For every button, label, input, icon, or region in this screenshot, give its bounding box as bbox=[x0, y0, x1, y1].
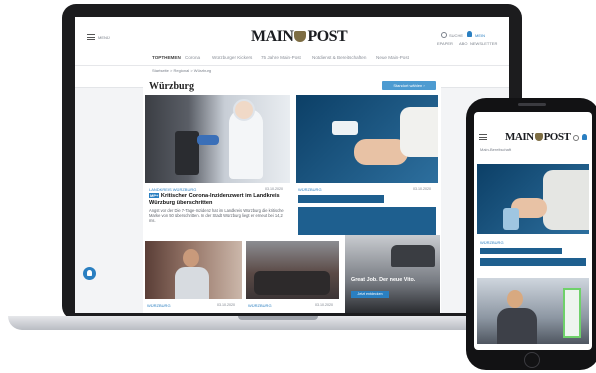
laptop-notch bbox=[238, 316, 318, 320]
phone-subnav[interactable]: Main-Bereitschaft bbox=[480, 147, 511, 152]
phone-search-icon[interactable] bbox=[573, 135, 579, 141]
phone-person-body bbox=[497, 308, 537, 344]
lead-kicker: LANDKREIS WÜRZBURG bbox=[149, 187, 197, 192]
phone-person-head bbox=[507, 290, 523, 308]
mp-plus-badge: MP+ bbox=[149, 193, 160, 198]
lead-date: 03.10.2020 bbox=[265, 187, 283, 191]
phone-home-button[interactable] bbox=[524, 352, 540, 368]
person-head bbox=[183, 249, 199, 267]
help-bubble-icon[interactable] bbox=[83, 267, 96, 280]
laptop-screen: MENÜ MAIN POST SUCHE MEIN EPAPER ABO NEWS… bbox=[75, 17, 509, 313]
search-label[interactable]: SUCHE bbox=[449, 33, 463, 38]
mein-label[interactable]: MEIN bbox=[475, 33, 485, 38]
phone-kicker: WÜRZBURG bbox=[480, 240, 504, 245]
lead-image[interactable] bbox=[145, 95, 290, 183]
row2-image-2[interactable] bbox=[246, 241, 339, 299]
abo-link[interactable]: ABO bbox=[459, 41, 467, 46]
sleeve-shape bbox=[400, 107, 438, 157]
nav-neue-mainpost[interactable]: Neue Main-Post bbox=[376, 55, 409, 60]
crest-icon bbox=[294, 31, 307, 42]
phone-sleeve-shape bbox=[543, 170, 589, 230]
person-body bbox=[175, 267, 209, 299]
phone-crest-icon bbox=[534, 133, 543, 141]
phone-lead-image[interactable] bbox=[477, 164, 589, 234]
lead-headline-text: Kritischer Corona-Inzidenzwert im Landkr… bbox=[149, 193, 280, 206]
phone-hamburger-icon[interactable] bbox=[479, 134, 487, 140]
crowd-shape bbox=[254, 271, 330, 295]
row2-image-1[interactable] bbox=[145, 241, 242, 299]
lab-equipment bbox=[175, 131, 199, 175]
second-headline-placeholder[interactable] bbox=[298, 195, 384, 203]
phone-headline-placeholder-2 bbox=[480, 258, 586, 266]
phone-logo[interactable]: MAIN POST bbox=[505, 131, 571, 143]
phone-second-image[interactable] bbox=[477, 278, 589, 344]
bell-icon bbox=[87, 270, 92, 276]
section-select-button[interactable]: Standort wählen › bbox=[382, 81, 436, 90]
nav-topthemen[interactable]: TOPTHEMEN bbox=[152, 55, 181, 60]
hamburger-icon[interactable] bbox=[87, 34, 95, 40]
logo-left: MAIN bbox=[251, 28, 294, 45]
logo-right: POST bbox=[307, 28, 348, 45]
lead-teaser: Angst vor der Die 7-Tage-Inzidenz hat im… bbox=[149, 208, 284, 223]
epaper-link[interactable]: EPAPER bbox=[437, 41, 453, 46]
user-icon[interactable] bbox=[467, 31, 472, 37]
van-shape bbox=[391, 245, 435, 267]
nav-kickers[interactable]: Würzburger Kickers bbox=[212, 55, 252, 60]
section-select-label: Standort wählen bbox=[393, 83, 423, 88]
phone-screen: MAIN POST Main-Bereitschaft WÜRZBURG bbox=[474, 112, 592, 350]
newsletter-link[interactable]: NEWSLETTER bbox=[470, 41, 497, 46]
ad-cta-label: Jetzt entdecken bbox=[357, 292, 383, 296]
nav-75-jahre[interactable]: 75 Jahre Main-Post bbox=[261, 55, 301, 60]
nav-notdienst[interactable]: Notdienst & Bereitschaften bbox=[312, 55, 366, 60]
row2-kicker-2: WÜRZBURG bbox=[248, 303, 272, 308]
second-image[interactable] bbox=[296, 95, 438, 183]
second-kicker: WÜRZBURG bbox=[298, 187, 322, 192]
ad-banner[interactable]: Great Job. Der neue Vito. Jetzt entdecke… bbox=[345, 235, 440, 313]
phone-logo-left: MAIN bbox=[505, 131, 534, 143]
site-logo[interactable]: MAIN POST bbox=[251, 28, 348, 46]
menu-label[interactable]: MENÜ bbox=[98, 35, 110, 40]
phone-logo-right: POST bbox=[543, 131, 571, 143]
lead-headline[interactable]: MP+ Kritischer Corona-Inzidenzwert im La… bbox=[149, 193, 289, 206]
breadcrumb[interactable]: Startseite > Regional > Würzburg bbox=[152, 68, 211, 73]
second-date: 03.10.2020 bbox=[413, 187, 431, 191]
phone-display-stand bbox=[563, 288, 581, 338]
ad-cta-button[interactable]: Jetzt entdecken bbox=[351, 291, 389, 298]
phone-bottle-shape bbox=[503, 208, 519, 230]
lab-worker-head bbox=[233, 99, 255, 121]
row2-date-1: 03.10.2020 bbox=[217, 303, 235, 307]
row2-kicker-1: WÜRZBURG bbox=[147, 303, 171, 308]
row2-date-2: 03.10.2020 bbox=[315, 303, 333, 307]
second-teaser-placeholder bbox=[298, 207, 436, 235]
spray-bottle bbox=[332, 121, 358, 135]
section-title: Würzburg bbox=[149, 81, 194, 92]
lab-glove bbox=[197, 135, 219, 145]
phone-headline-placeholder-1[interactable] bbox=[480, 248, 562, 254]
nav-divider bbox=[75, 65, 509, 66]
phone-user-icon[interactable] bbox=[582, 134, 587, 140]
ad-slogan: Great Job. Der neue Vito. bbox=[351, 277, 416, 283]
search-icon[interactable] bbox=[441, 32, 447, 38]
nav-corona[interactable]: Corona bbox=[185, 55, 200, 60]
phone-speaker bbox=[518, 103, 546, 106]
